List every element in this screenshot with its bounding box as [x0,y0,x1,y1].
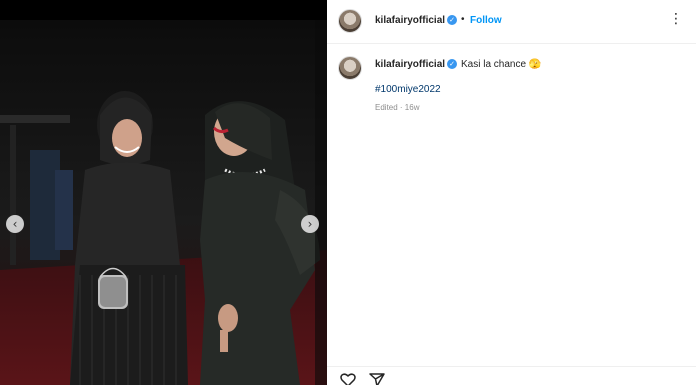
action-bar [327,366,696,385]
caption-username-link[interactable]: kilafairyofficial [375,59,445,70]
heart-icon[interactable] [340,373,356,385]
media-top-bar [0,0,327,20]
verified-badge-icon: ✓ [447,15,457,25]
post-media: ‹ › [0,0,327,385]
caption-verified-badge-icon: ✓ [447,59,457,69]
caption-text: Kasi la chance 🫣 [461,59,542,70]
chevron-left-icon[interactable]: ‹ [6,215,24,233]
more-options-icon[interactable]: ⋮ [669,11,684,27]
photo-illustration [0,20,327,385]
hashtag-link[interactable]: #100miye2022 [375,84,441,95]
post-meta: Edited · 16w [375,103,420,112]
caption-avatar[interactable] [338,56,362,80]
separator-dot: • [461,14,465,25]
post-panel: kilafairyofficial ✓ • Follow ⋮ kilafairy… [327,0,696,385]
post-photo [0,20,327,385]
chevron-right-icon[interactable]: › [301,215,319,233]
post-header: kilafairyofficial ✓ • Follow ⋮ [327,0,696,44]
paper-plane-icon[interactable] [369,373,385,385]
username-link[interactable]: kilafairyofficial [375,15,445,26]
avatar[interactable] [338,9,362,33]
follow-button[interactable]: Follow [470,15,502,26]
